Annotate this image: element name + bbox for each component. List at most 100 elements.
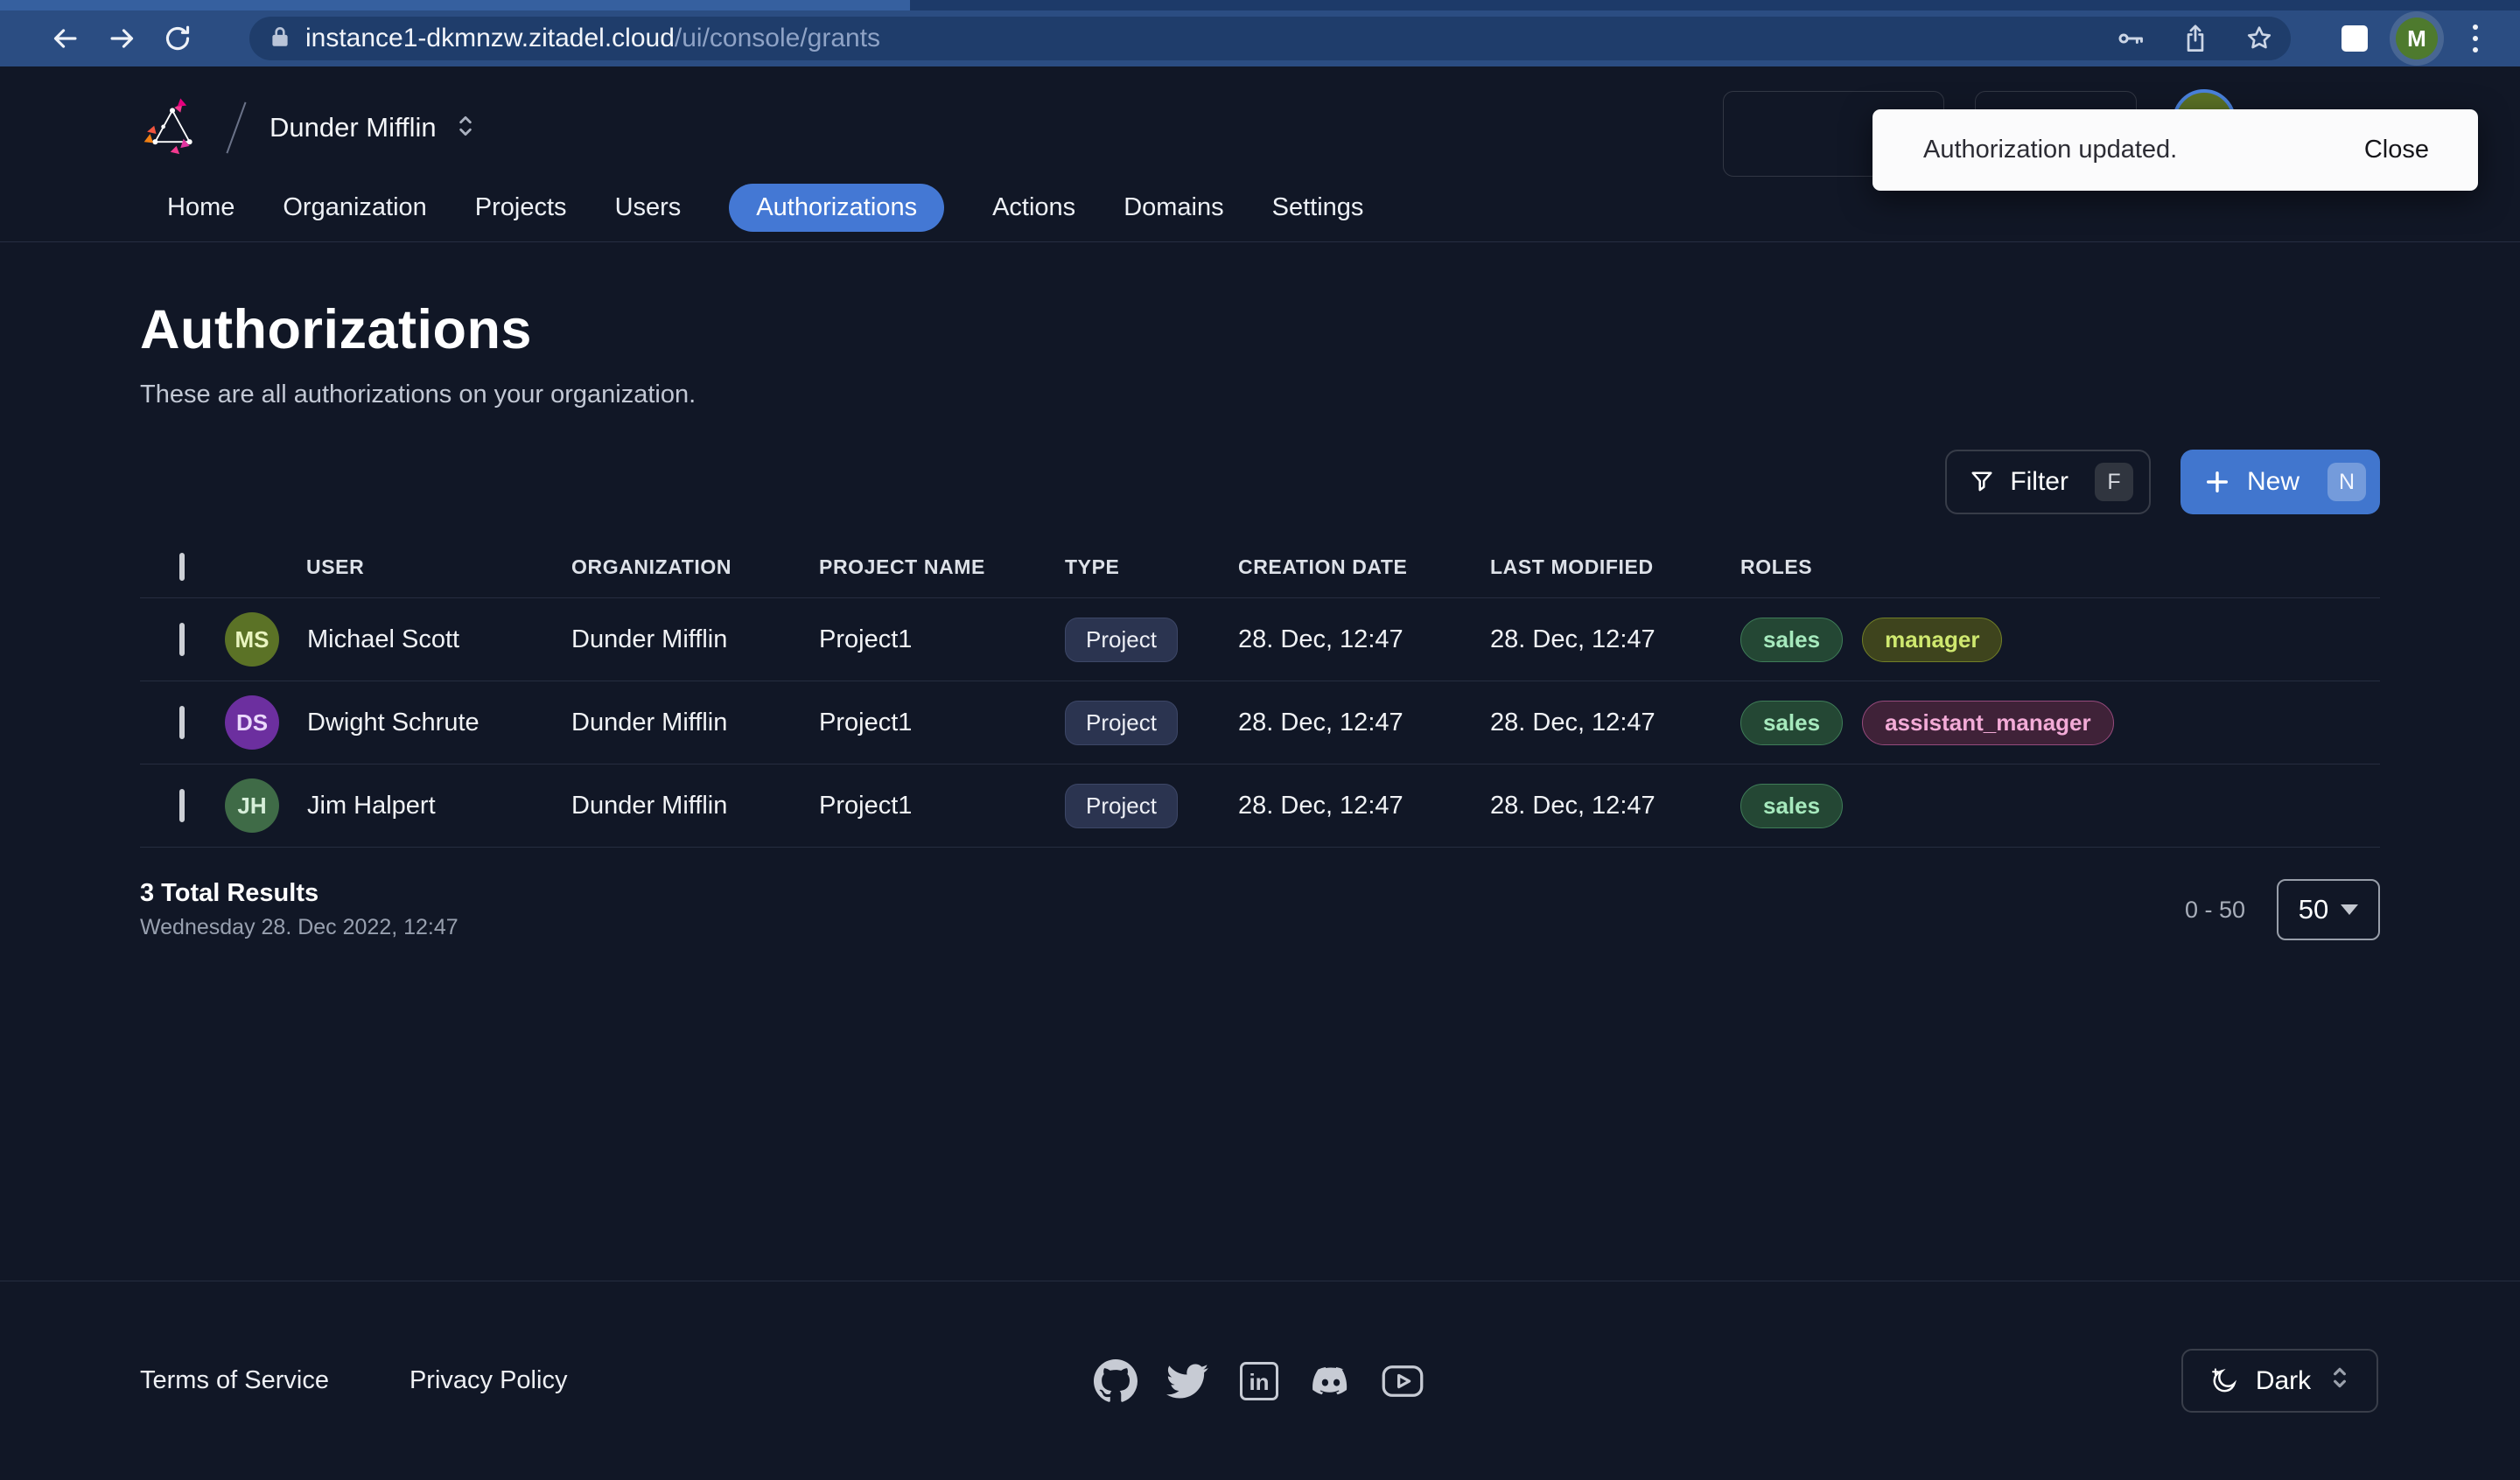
org-switcher-icon[interactable] <box>454 113 477 143</box>
footer-right: Dark <box>1424 1349 2378 1413</box>
col-organization: ORGANIZATION <box>571 555 732 578</box>
bookmark-star-icon[interactable] <box>2245 24 2273 52</box>
browser-menu-icon[interactable] <box>2466 21 2485 56</box>
role-badge: sales <box>1740 617 1844 662</box>
user-name: Dwight Schrute <box>307 708 480 737</box>
nav-users[interactable]: Users <box>615 184 682 232</box>
browser-profile-avatar[interactable]: M <box>2396 17 2438 59</box>
url-domain: instance1-dkmnzw.zitadel.cloud <box>305 24 675 52</box>
col-type: TYPE <box>1065 555 1120 578</box>
browser-refresh-button[interactable] <box>150 16 206 61</box>
row-checkbox[interactable] <box>179 622 185 656</box>
role-badge: sales <box>1740 700 1844 745</box>
type-badge: Project <box>1065 783 1178 828</box>
user-name: Jim Halpert <box>307 791 436 820</box>
footer-links: Terms of Service Privacy Policy <box>140 1366 1094 1395</box>
avatar: MS <box>225 612 279 667</box>
browser-tabstrip <box>0 0 2520 10</box>
table-row[interactable]: JH Jim Halpert Dunder Mifflin Project1 P… <box>140 764 2380 848</box>
omnibox-actions <box>2116 24 2273 53</box>
organization-cell: Dunder Mifflin <box>571 708 728 737</box>
forward-arrow-icon <box>110 29 134 48</box>
toast-close-button[interactable]: Close <box>2364 136 2429 164</box>
col-roles: ROLES <box>1740 555 1813 578</box>
page-size-select[interactable]: 50 <box>2277 879 2380 940</box>
screen: instance1-dkmnzw.zitadel.cloud/ui/consol… <box>0 0 2520 1480</box>
url-path: /ui/console/grants <box>674 24 881 52</box>
col-last-modified: LAST MODIFIED <box>1490 555 1654 578</box>
organization-cell: Dunder Mifflin <box>571 791 728 820</box>
total-results: 3 Total Results <box>140 879 319 907</box>
lock-icon <box>269 24 291 53</box>
linkedin-glyph: in <box>1240 1361 1278 1400</box>
table-row[interactable]: DS Dwight Schrute Dunder Mifflin Project… <box>140 681 2380 764</box>
browser-forward-button[interactable] <box>94 16 150 61</box>
theme-label: Dark <box>2255 1365 2312 1395</box>
creation-date-cell: 28. Dec, 12:47 <box>1238 708 1404 737</box>
page-range: 0 - 50 <box>2184 896 2245 923</box>
twitter-icon[interactable] <box>1166 1359 1209 1403</box>
zitadel-logo-icon[interactable] <box>140 95 205 160</box>
chevron-down-icon <box>2341 904 2359 915</box>
browser-chrome: instance1-dkmnzw.zitadel.cloud/ui/consol… <box>0 0 2520 66</box>
col-user: USER <box>306 555 365 578</box>
share-icon[interactable] <box>2182 24 2208 53</box>
role-badge: sales <box>1740 783 1844 828</box>
filter-shortcut-badge: F <box>2094 463 2133 501</box>
row-checkbox[interactable] <box>179 788 185 822</box>
creation-date-cell: 28. Dec, 12:47 <box>1238 791 1404 820</box>
filter-button[interactable]: Filter F <box>1945 450 2151 514</box>
last-modified-cell: 28. Dec, 12:47 <box>1490 791 1656 820</box>
project-cell: Project1 <box>819 791 913 820</box>
row-checkbox[interactable] <box>179 705 185 739</box>
nav-organization[interactable]: Organization <box>283 184 426 232</box>
role-badge: assistant_manager <box>1862 700 2114 745</box>
page-subtitle: These are all authorizations on your org… <box>140 380 696 408</box>
nav-settings[interactable]: Settings <box>1272 184 1364 232</box>
refresh-icon <box>165 25 190 51</box>
discord-icon[interactable] <box>1309 1359 1353 1403</box>
filter-funnel-icon <box>1971 471 1992 492</box>
project-cell: Project1 <box>819 625 913 653</box>
url-text: instance1-dkmnzw.zitadel.cloud/ui/consol… <box>305 24 2116 53</box>
avatar: JH <box>225 778 279 833</box>
privacy-link[interactable]: Privacy Policy <box>410 1366 568 1395</box>
moon-icon <box>2211 1367 2236 1392</box>
browser-controls: M <box>2342 17 2485 59</box>
nav-actions[interactable]: Actions <box>992 184 1075 232</box>
select-all-checkbox[interactable] <box>179 553 185 581</box>
url-bar[interactable]: instance1-dkmnzw.zitadel.cloud/ui/consol… <box>249 17 2291 60</box>
col-project-name: PROJECT NAME <box>819 555 985 578</box>
toast-notification: Authorization updated. Close <box>1872 109 2478 191</box>
page-footer: Terms of Service Privacy Policy in Dark <box>0 1281 2520 1480</box>
key-icon[interactable] <box>2116 25 2146 52</box>
nav-home[interactable]: Home <box>167 184 234 232</box>
nav-authorizations[interactable]: Authorizations <box>729 184 945 232</box>
plus-icon <box>2206 471 2228 492</box>
nav-domains[interactable]: Domains <box>1124 184 1223 232</box>
youtube-icon[interactable] <box>1381 1359 1424 1403</box>
last-modified-cell: 28. Dec, 12:47 <box>1490 708 1656 737</box>
page-size-value: 50 <box>2298 894 2329 925</box>
type-badge: Project <box>1065 700 1178 745</box>
creation-date-cell: 28. Dec, 12:47 <box>1238 625 1404 653</box>
browser-toolbar: instance1-dkmnzw.zitadel.cloud/ui/consol… <box>0 10 2520 66</box>
org-name[interactable]: Dunder Mifflin <box>270 112 437 143</box>
github-icon[interactable] <box>1094 1358 1138 1403</box>
table-header-row: USER ORGANIZATION PROJECT NAME TYPE CREA… <box>140 537 2380 598</box>
browser-active-tab[interactable] <box>0 0 910 10</box>
filter-label: Filter <box>2010 467 2068 496</box>
linkedin-icon[interactable]: in <box>1237 1359 1281 1403</box>
authorizations-table: USER ORGANIZATION PROJECT NAME TYPE CREA… <box>140 537 2380 848</box>
theme-selector[interactable]: Dark <box>2181 1349 2378 1413</box>
table-footer: 3 Total Results Wednesday 28. Dec 2022, … <box>140 879 2380 940</box>
role-badge: manager <box>1862 617 2003 662</box>
side-panel-icon[interactable] <box>2342 25 2368 52</box>
new-button[interactable]: New N <box>2180 450 2380 514</box>
browser-back-button[interactable] <box>38 16 94 61</box>
table-row[interactable]: MS Michael Scott Dunder Mifflin Project1… <box>140 598 2380 681</box>
new-shortcut-badge: N <box>2328 463 2366 501</box>
page-title: Authorizations <box>140 299 532 360</box>
terms-link[interactable]: Terms of Service <box>140 1366 329 1395</box>
nav-projects[interactable]: Projects <box>475 184 567 232</box>
